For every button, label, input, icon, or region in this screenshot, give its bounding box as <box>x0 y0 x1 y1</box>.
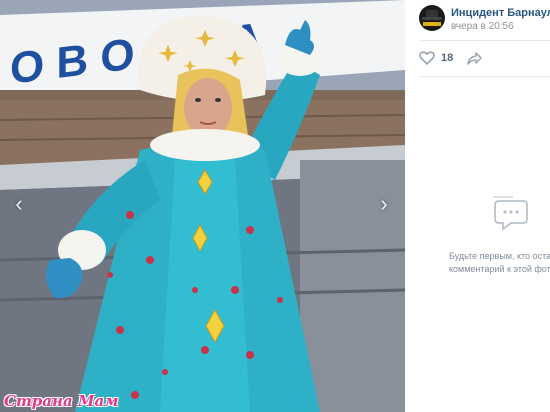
watermark-logo: Страна Мам <box>4 392 119 410</box>
heart-icon <box>419 51 435 65</box>
post-timestamp[interactable]: вчера в 20:56 <box>451 21 514 32</box>
empty-comments-line-2: комментарий к этой фотог <box>449 264 550 274</box>
chevron-left-icon: ‹ <box>15 191 23 216</box>
snow-maiden-photo: О В О С З А <box>0 0 405 412</box>
post-actions: 18 <box>419 50 482 66</box>
chevron-right-icon: › <box>380 191 388 216</box>
author-name-link[interactable]: Инцидент Барнаул <box>451 7 550 19</box>
prev-photo-button[interactable]: ‹ <box>10 191 28 216</box>
photo-viewer[interactable]: О В О С З А ‹ › Страна Мам <box>0 0 405 412</box>
share-button[interactable] <box>467 51 482 65</box>
like-count: 18 <box>441 52 454 64</box>
header-divider <box>419 40 550 41</box>
post-header: Инцидент Барнаул вчера в 20:56 <box>419 5 550 33</box>
empty-comments-text: Будьте первым, кто оста комментарий к эт… <box>449 250 550 276</box>
avatar-icon[interactable] <box>419 5 445 31</box>
post-side-panel: Инцидент Барнаул вчера в 20:56 18 Будьте… <box>405 0 550 412</box>
actions-divider <box>419 76 550 77</box>
next-photo-button[interactable]: › <box>375 191 393 216</box>
like-button[interactable]: 18 <box>419 51 453 65</box>
comments-bubble-icon <box>493 196 528 231</box>
empty-comments-line-1: Будьте первым, кто оста <box>449 251 550 261</box>
share-icon <box>467 51 482 65</box>
